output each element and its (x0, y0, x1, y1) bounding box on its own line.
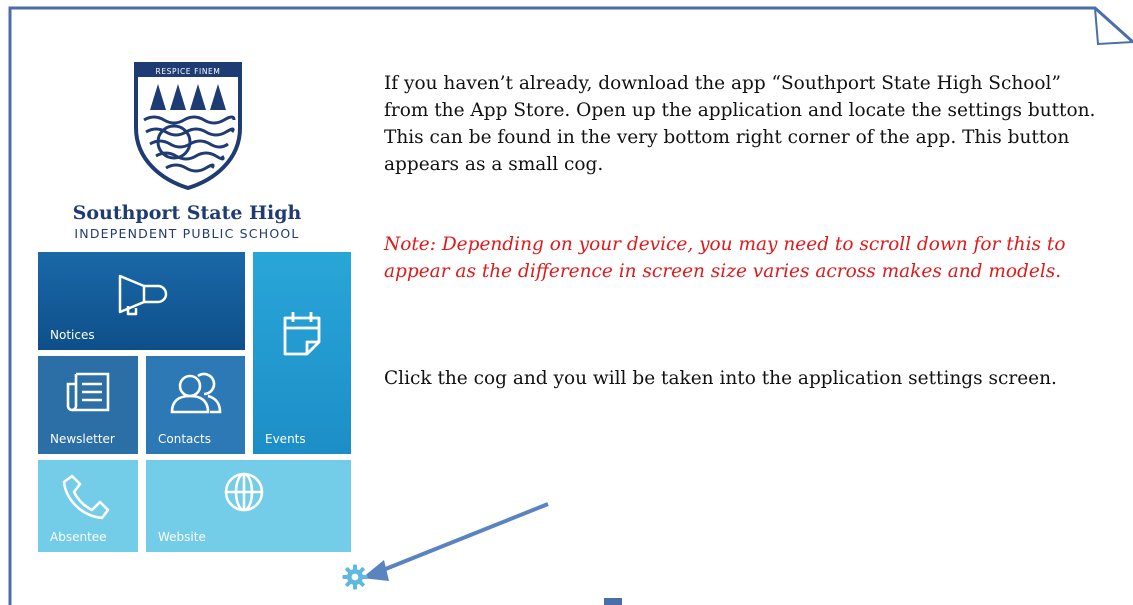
tile-website[interactable]: Website (146, 460, 351, 552)
tile-newsletter[interactable]: Newsletter (38, 356, 138, 454)
globe-icon (224, 472, 264, 512)
school-subtitle: INDEPENDENT PUBLIC SCHOOL (74, 226, 300, 241)
tile-events-label: Events (265, 432, 306, 446)
tile-absentee[interactable]: Absentee (38, 460, 138, 552)
tile-newsletter-label: Newsletter (50, 432, 115, 446)
tile-notices[interactable]: Notices (38, 252, 245, 350)
tile-absentee-label: Absentee (50, 530, 107, 544)
people-icon (170, 372, 222, 414)
gear-icon[interactable] (342, 564, 368, 590)
newspaper-icon (66, 372, 110, 412)
school-crest-logo: RESPICE FINEM (134, 62, 242, 190)
tile-notices-label: Notices (50, 328, 95, 342)
calendar-icon (283, 312, 321, 356)
phone-icon (62, 474, 110, 520)
instruction-paragraph-2: Click the cog and you will be taken into… (384, 368, 1057, 389)
instruction-note: Note: Depending on your device, you may … (384, 234, 1066, 282)
megaphone-icon (118, 274, 168, 316)
tile-events[interactable]: Events (253, 252, 351, 454)
school-name: Southport State High (72, 202, 302, 224)
tile-website-label: Website (158, 530, 206, 544)
svg-text:RESPICE FINEM: RESPICE FINEM (156, 67, 221, 76)
tile-contacts[interactable]: Contacts (146, 356, 245, 454)
tile-contacts-label: Contacts (158, 432, 211, 446)
instruction-paragraph-1: If you haven’t already, download the app… (384, 73, 1096, 175)
